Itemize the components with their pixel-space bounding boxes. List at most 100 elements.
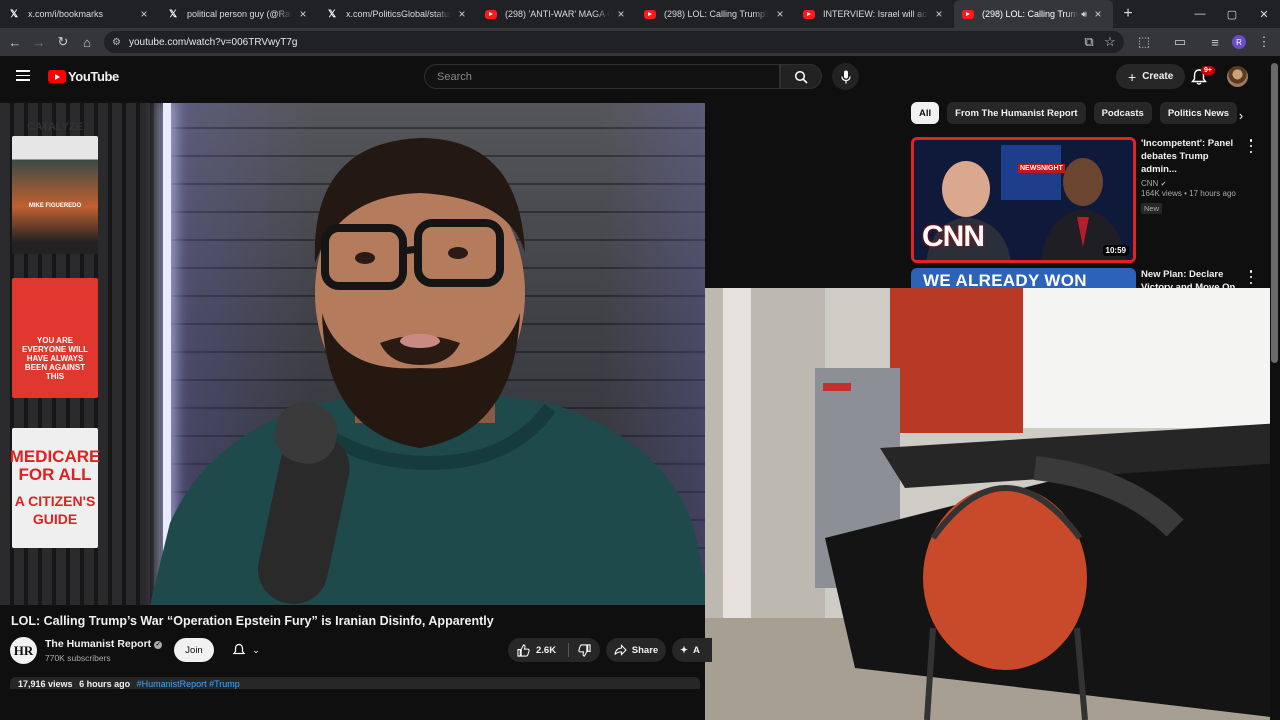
forward-icon[interactable]: → (27, 30, 51, 54)
browser-tab-active[interactable]: (298) LOL: Calling Trump's W 🔊︎ × (954, 0, 1113, 28)
plus-icon: + (1128, 68, 1137, 85)
voice-search-button[interactable] (832, 63, 859, 90)
video-player[interactable]: CATALYZE MIKE FIGUEREDO YOU ARE EVERYONE… (0, 103, 705, 605)
book-title: CATALYZE (26, 121, 84, 133)
channel-avatar[interactable]: HR (10, 637, 37, 664)
tab-title: x.com/i/bookmarks (28, 9, 104, 19)
close-tab-icon[interactable]: × (296, 7, 310, 21)
recommendation-item[interactable]: WE ALREADY WON New Plan: Declare Victory… (911, 268, 1271, 288)
minimize-icon[interactable]: — (1184, 0, 1216, 28)
tab-title: (298) LOL: Calling Trump's Wa (664, 9, 769, 19)
extensions-icon[interactable]: ⬚ (1132, 30, 1156, 54)
chevron-down-icon: ⌄ (252, 644, 260, 655)
create-button[interactable]: + Create (1116, 64, 1186, 89)
sparkle-icon: ✦ (680, 644, 688, 656)
profile-avatar[interactable]: R (1232, 35, 1246, 49)
book-title: MEDICARE FOR ALL (9, 447, 101, 484)
scrollbar-thumb[interactable] (1271, 63, 1278, 363)
like-button[interactable]: 2.6K (508, 643, 568, 657)
recommendation-title[interactable]: New Plan: Declare Victory and Move On (1141, 268, 1243, 288)
join-button[interactable]: Join (174, 638, 214, 662)
logo-wordmark: YouTube (68, 69, 119, 84)
maximize-icon[interactable]: ▢ (1216, 0, 1248, 28)
share-button[interactable]: Share (606, 638, 666, 662)
description-box[interactable]: 17,916 views 6 hours ago #HumanistReport… (10, 677, 700, 689)
bookmark-star-icon[interactable]: ☆ (1098, 30, 1122, 54)
youtube-header: YouTube Search + Create 9+ (0, 56, 1270, 98)
ask-label: A (692, 644, 700, 656)
recommendation-channel[interactable]: CNN ✔ (1141, 179, 1243, 188)
create-label: Create (1142, 71, 1174, 82)
channel-text: CNN (1141, 179, 1159, 188)
close-tab-icon[interactable]: × (137, 7, 151, 21)
chip-politics-news[interactable]: Politics News (1159, 102, 1238, 124)
video-thumbnail[interactable]: CNN NEWSNIGHT 10:59 (911, 137, 1136, 263)
dislike-button[interactable] (569, 643, 599, 657)
reload-icon[interactable]: ↻ (51, 30, 75, 54)
site-info-icon[interactable]: ⚙ (112, 37, 121, 48)
chip-from-channel[interactable]: From The Humanist Report (947, 102, 1086, 124)
thumbs-up-icon (517, 643, 530, 657)
thumbs-down-icon (577, 643, 591, 657)
browser-toolbar: ← → ↻ ⌂ ⚙ youtube.com/watch?v=006TRVwyT7… (0, 28, 1280, 56)
filter-chips: All From The Humanist Report Podcasts Po… (911, 102, 1238, 124)
search-button[interactable] (780, 64, 822, 89)
chip-all[interactable]: All (911, 102, 940, 124)
home-icon[interactable]: ⌂ (75, 30, 99, 54)
new-tab-button[interactable]: + (1117, 5, 1139, 23)
recommendation-item[interactable]: CNN NEWSNIGHT 10:59 'Incompetent': Panel… (911, 137, 1271, 267)
tab-title: x.com/PoliticsGlobal/status/20 (346, 9, 451, 19)
browser-tab[interactable]: (298) LOL: Calling Trump's Wa × (636, 0, 795, 28)
window-close-icon[interactable]: ✕ (1248, 0, 1280, 28)
search-input[interactable]: Search (424, 64, 780, 89)
more-options-icon[interactable] (1249, 139, 1253, 153)
presenter-figure (150, 138, 705, 605)
recommendation-title[interactable]: 'Incompetent': Panel debates Trump admin… (1141, 137, 1243, 176)
recommendation-stats: 164K views • 17 hours ago (1141, 189, 1236, 198)
more-options-icon[interactable] (1249, 270, 1253, 284)
picture-in-picture-window[interactable] (705, 288, 1280, 720)
close-tab-icon[interactable]: × (932, 7, 946, 21)
browser-tab[interactable]: 𝕏 x.com/PoliticsGlobal/status/20 × (318, 0, 477, 28)
url-text: youtube.com/watch?v=006TRVwyT7g (128, 36, 298, 48)
user-avatar[interactable] (1227, 66, 1248, 87)
share-label: Share (631, 644, 659, 656)
close-tab-icon[interactable]: × (1091, 7, 1105, 21)
upload-age: 6 hours ago (79, 679, 131, 689)
share-arrow-icon (614, 644, 627, 656)
chevron-right-icon[interactable]: › (1232, 106, 1250, 124)
back-icon[interactable]: ← (3, 30, 27, 54)
tab-title: INTERVIEW: Israel will achieve (823, 9, 928, 19)
subscriber-count: 770K subscribers (45, 653, 111, 663)
subscribed-bell-button[interactable]: ⌄ (222, 638, 270, 662)
chip-podcasts[interactable]: Podcasts (1093, 102, 1152, 124)
close-tab-icon[interactable]: × (455, 7, 469, 21)
hashtags[interactable]: #HumanistReport #Trump (137, 679, 240, 689)
menu-kebab-icon[interactable]: ⋮ (1252, 30, 1276, 54)
hamburger-menu-icon[interactable] (16, 70, 30, 81)
browser-tab[interactable]: 𝕏 political person guy (@RafaAn × (159, 0, 318, 28)
cast-icon[interactable]: ▭ (1168, 30, 1192, 54)
bedroom-camera-feed (705, 288, 1280, 720)
ask-button[interactable]: ✦ A (672, 638, 712, 662)
bell-icon (232, 643, 246, 655)
browser-tab[interactable]: INTERVIEW: Israel will achieve × (795, 0, 954, 28)
thumbnail-text: CNN (922, 220, 985, 253)
channel-name[interactable]: The Humanist Report ✓ (45, 638, 163, 650)
youtube-logo[interactable]: YouTube (48, 69, 119, 84)
video-thumbnail[interactable]: WE ALREADY WON (911, 268, 1136, 288)
close-tab-icon[interactable]: × (614, 7, 628, 21)
verified-check-icon: ✔ (1160, 181, 1167, 188)
microphone-icon (840, 70, 851, 83)
view-count: 164K views (1141, 189, 1182, 198)
close-tab-icon[interactable]: × (773, 7, 787, 21)
browser-tab[interactable]: (298) 'ANTI-WAR' MAGA Grifte × (477, 0, 636, 28)
address-bar[interactable]: ⚙ youtube.com/watch?v=006TRVwyT7g (104, 31, 1124, 53)
audio-playing-icon[interactable]: 🔊︎ (1081, 9, 1087, 20)
recommendation-meta: 'Incompetent': Panel debates Trump admin… (1141, 137, 1243, 216)
reading-list-icon[interactable]: ≡ (1203, 30, 1227, 54)
browser-tab[interactable]: 𝕏 x.com/i/bookmarks × (0, 0, 159, 28)
book-author: MIKE FIGUEREDO (28, 203, 82, 209)
book-red: YOU ARE EVERYONE WILL HAVE ALWAYS BEEN A… (12, 278, 98, 398)
book-catalyze: CATALYZE MIKE FIGUEREDO (12, 121, 98, 254)
